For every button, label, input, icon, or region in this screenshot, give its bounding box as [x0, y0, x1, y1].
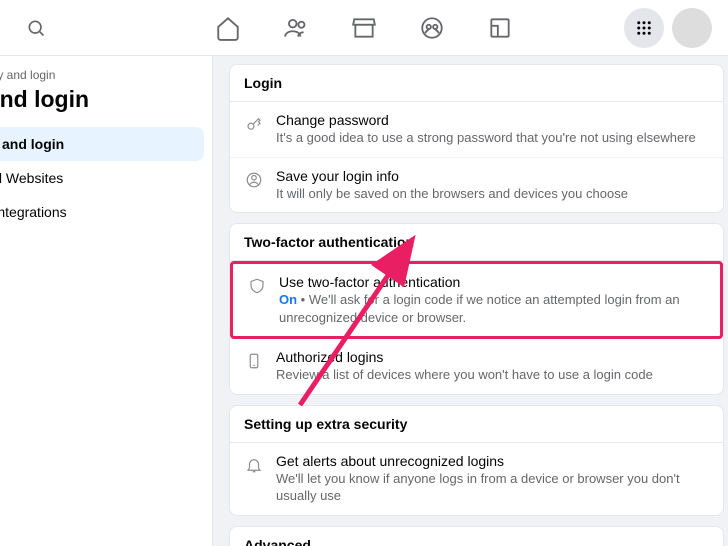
row-title: Save your login info — [276, 168, 709, 184]
nav-center — [198, 4, 530, 52]
row-authorized-logins[interactable]: Authorized logins Review a list of devic… — [230, 339, 723, 394]
top-navigation — [0, 0, 728, 56]
search-icon[interactable] — [16, 8, 56, 48]
page-title: ty and login — [0, 84, 212, 127]
settings-sidebar: Security and login ty and login curity a… — [0, 56, 213, 546]
breadcrumb: Security and login — [0, 64, 212, 84]
row-title: Get alerts about unrecognized logins — [276, 453, 709, 469]
row-subtitle: We'll let you know if anyone logs in fro… — [276, 470, 709, 505]
nav-gaming[interactable] — [470, 4, 530, 52]
row-save-login-info[interactable]: Save your login info It will only be sav… — [230, 158, 723, 213]
row-use-two-factor[interactable]: Use two-factor authentication On • We'll… — [230, 261, 723, 339]
sidebar-item-security-login[interactable]: curity and login — [0, 127, 204, 161]
nav-groups[interactable] — [402, 4, 462, 52]
sidebar-item-apps-websites[interactable]: ps and Websites — [0, 161, 204, 195]
row-title: Use two-factor authentication — [279, 274, 706, 290]
account-button[interactable] — [672, 8, 712, 48]
row-subtitle: On • We'll ask for a login code if we no… — [279, 291, 706, 326]
menu-button[interactable] — [624, 8, 664, 48]
bell-icon — [244, 455, 264, 475]
row-subtitle: It's a good idea to use a strong passwor… — [276, 129, 709, 147]
row-subtitle: It will only be saved on the browsers an… — [276, 185, 709, 203]
shield-icon — [247, 276, 267, 296]
section-two-factor: Two-factor authentication Use two-factor… — [229, 223, 724, 395]
section-advanced: Advanced Encrypted notification emails A… — [229, 526, 724, 546]
row-get-alerts[interactable]: Get alerts about unrecognized logins We'… — [230, 443, 723, 515]
nav-marketplace[interactable] — [334, 4, 394, 52]
nav-home[interactable] — [198, 4, 258, 52]
row-change-password[interactable]: Change password It's a good idea to use … — [230, 102, 723, 158]
section-extra-security: Setting up extra security Get alerts abo… — [229, 405, 724, 516]
section-header-advanced: Advanced — [230, 527, 723, 546]
key-icon — [244, 114, 264, 134]
user-icon — [244, 170, 264, 190]
section-header-tfa: Two-factor authentication — [230, 224, 723, 261]
phone-icon — [244, 351, 264, 371]
row-subtitle: Review a list of devices where you won't… — [276, 366, 709, 384]
nav-friends[interactable] — [266, 4, 326, 52]
sidebar-item-business-integrations[interactable]: ness Integrations — [0, 195, 204, 229]
nav-right — [624, 8, 712, 48]
section-header-extra: Setting up extra security — [230, 406, 723, 443]
main-content: Login Change password It's a good idea t… — [213, 56, 728, 546]
row-title: Authorized logins — [276, 349, 709, 365]
section-login: Login Change password It's a good idea t… — [229, 64, 724, 213]
section-header-login: Login — [230, 65, 723, 102]
row-title: Change password — [276, 112, 709, 128]
